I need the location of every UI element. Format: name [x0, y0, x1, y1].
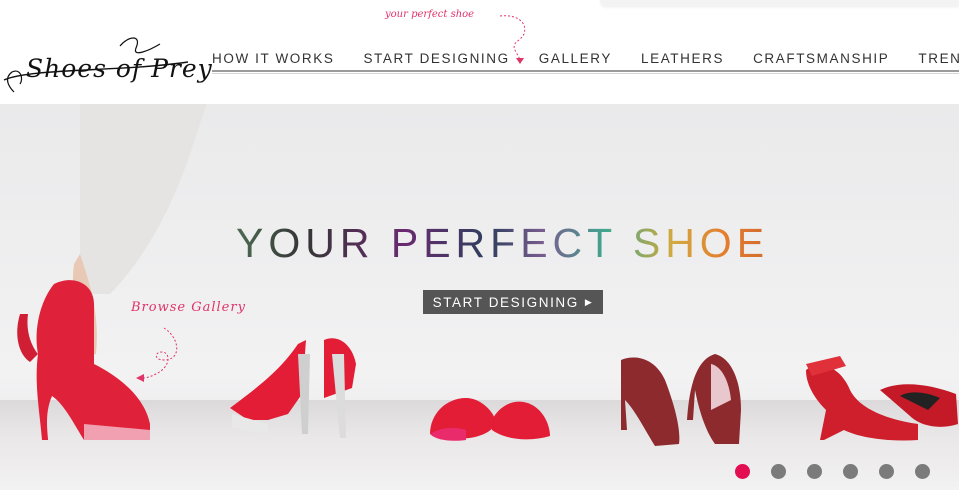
hero-title: YOUR PERFECT SHOE	[236, 220, 796, 267]
glitter-pumps-image	[621, 354, 741, 446]
carousel-dot[interactable]	[915, 464, 930, 479]
hero-banner: YOUR PERFECT SHOE START DESIGNING ▶ Brow…	[0, 104, 959, 490]
carousel-dot[interactable]	[771, 464, 786, 479]
carousel-dots	[735, 464, 930, 479]
red-stiletto-pair-image	[230, 338, 356, 438]
browse-gallery-link[interactable]: Browse Gallery	[131, 300, 246, 315]
nav-underline-light	[212, 73, 959, 74]
start-designing-button[interactable]: START DESIGNING ▶	[423, 290, 603, 314]
tagline: your perfect shoe	[385, 9, 475, 20]
nav-underline	[212, 70, 959, 72]
site-header: Shoes of Prey your perfect shoe HOW IT W…	[0, 0, 959, 104]
carousel-dot[interactable]	[735, 464, 750, 479]
play-arrow-icon: ▶	[584, 296, 594, 307]
red-glitter-sandals-image	[806, 356, 958, 441]
start-designing-button-label: START DESIGNING	[432, 294, 579, 310]
carousel-dot[interactable]	[807, 464, 822, 479]
top-bar-shadow	[600, 0, 959, 6]
carousel-dot[interactable]	[879, 464, 894, 479]
dashed-arrow-icon	[136, 327, 178, 382]
carousel-dot[interactable]	[843, 464, 858, 479]
logo-text: Shoes of Prey	[26, 54, 213, 83]
logo[interactable]: Shoes of Prey	[0, 28, 212, 102]
red-flats-image	[430, 398, 550, 441]
